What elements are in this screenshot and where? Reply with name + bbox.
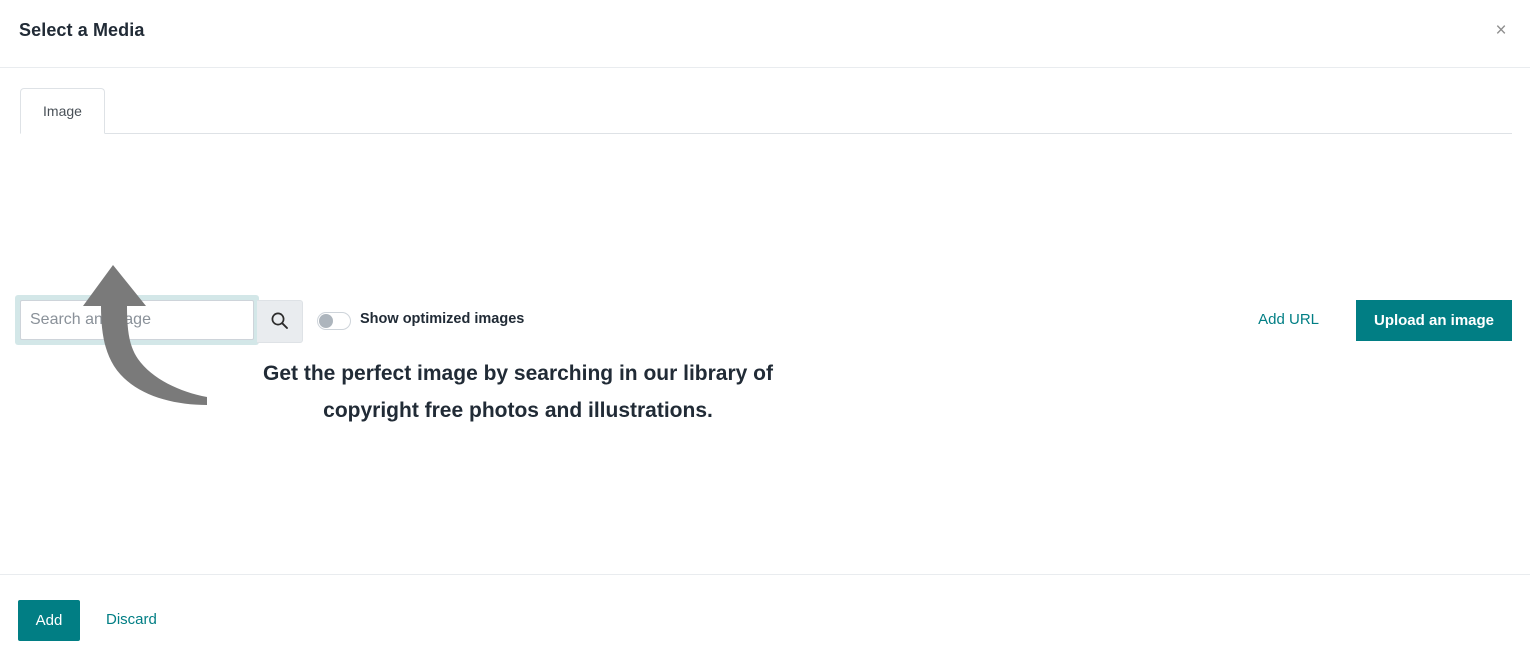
curved-up-arrow-icon	[70, 240, 230, 415]
modal-header: Select a Media ×	[0, 0, 1530, 68]
media-toolbar: Show optimized images Add URL Upload an …	[0, 134, 1530, 345]
media-empty-state: Get the perfect image by searching in ou…	[0, 220, 1530, 574]
page-title: Select a Media	[19, 20, 145, 40]
close-icon[interactable]: ×	[1486, 15, 1516, 45]
empty-state-message-line1: Get the perfect image by searching in ou…	[263, 362, 773, 385]
select-media-modal: Select a Media × Image Show optimized im…	[0, 0, 1530, 655]
tab-image[interactable]: Image	[20, 88, 105, 134]
tab-bar: Image	[0, 68, 1530, 134]
empty-state-message-line2: copyright free photos and illustrations.	[323, 399, 713, 422]
modal-footer: Add Discard	[0, 574, 1530, 655]
add-button[interactable]: Add	[18, 600, 80, 641]
empty-state-message: Get the perfect image by searching in ou…	[240, 355, 796, 429]
discard-button[interactable]: Discard	[106, 611, 157, 628]
tab-image-label: Image	[43, 103, 82, 119]
